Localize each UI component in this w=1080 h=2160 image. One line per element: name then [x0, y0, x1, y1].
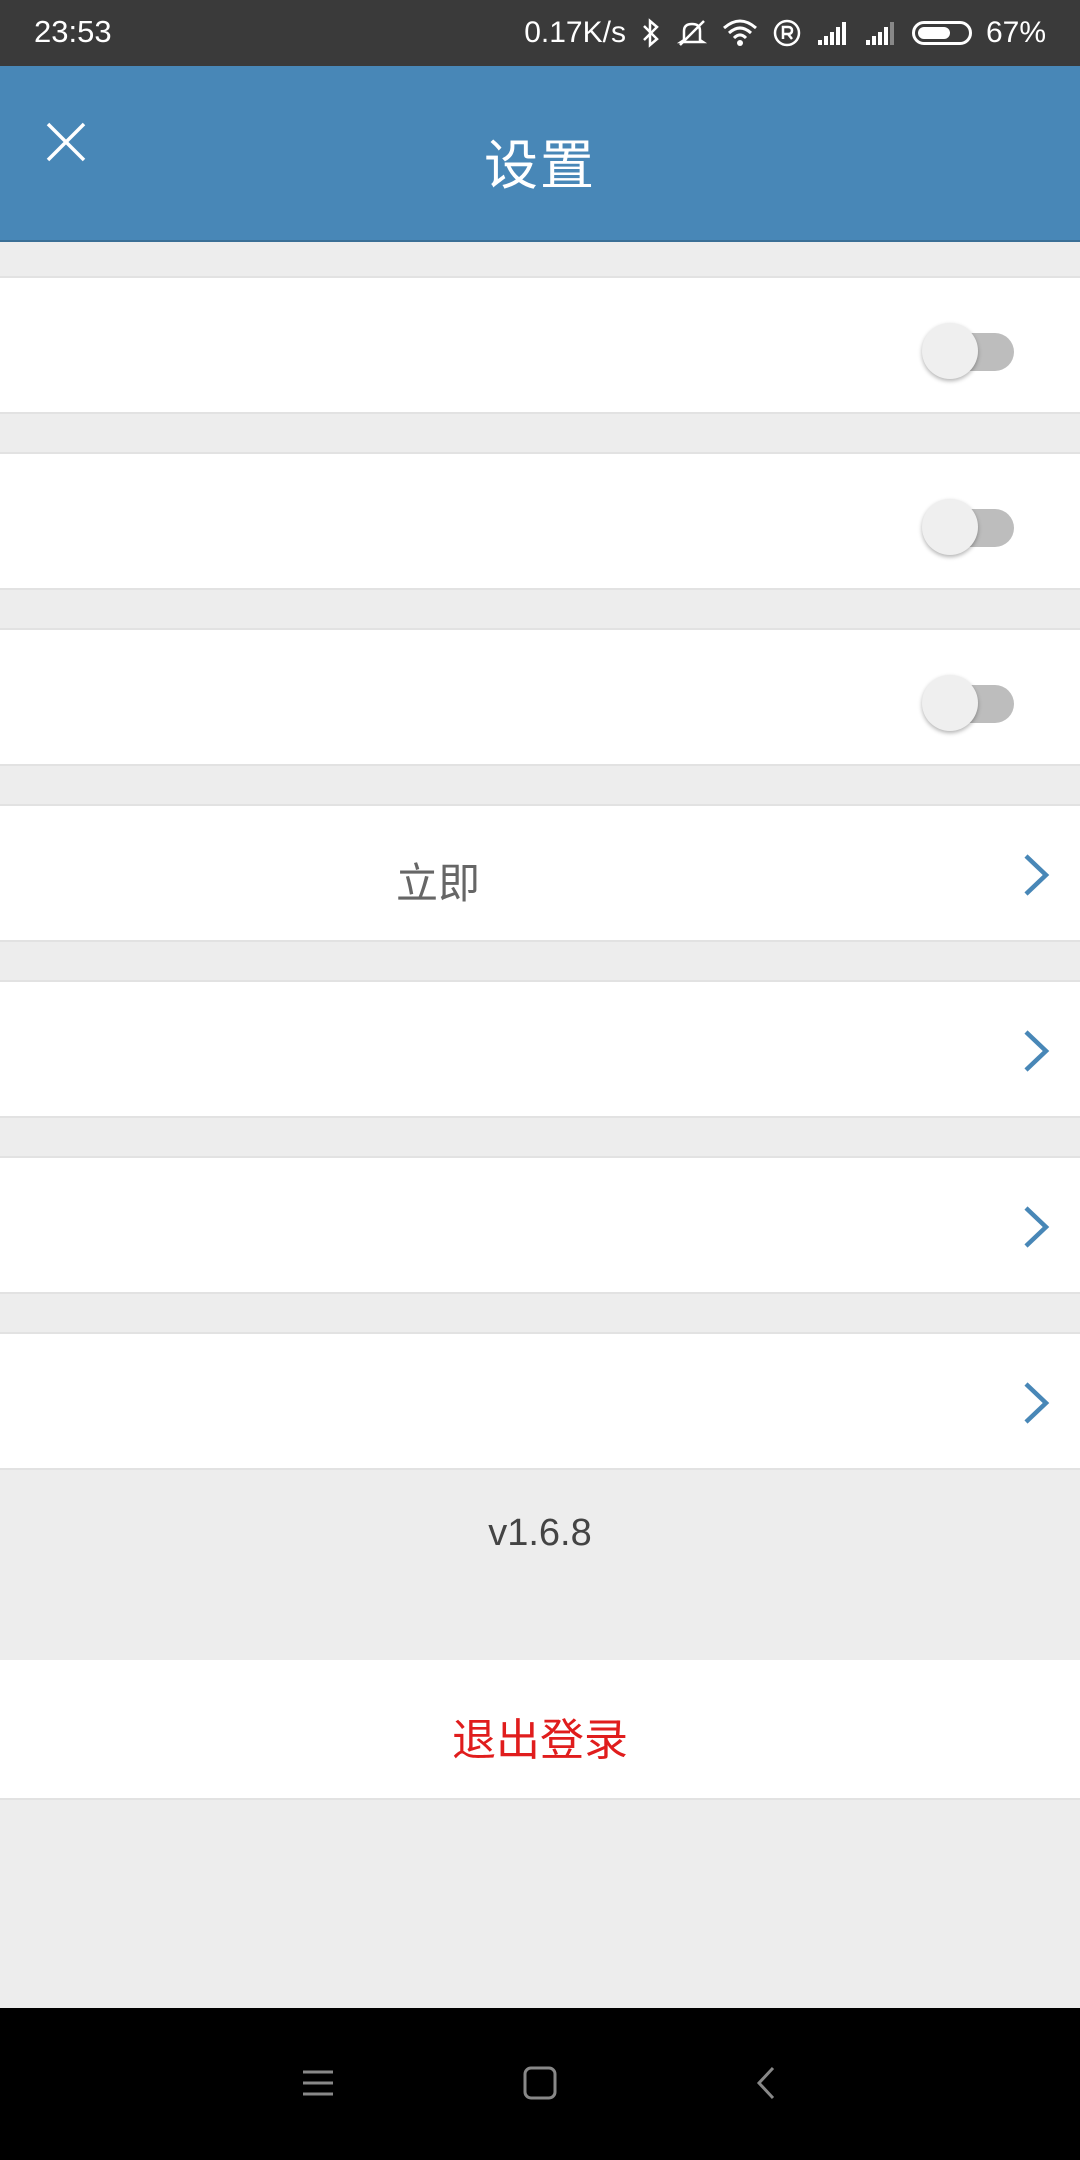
net-speed: 0.17K/s: [524, 16, 626, 49]
settings-link-row-2[interactable]: [0, 980, 1080, 1118]
chevron-right-icon: [1024, 1206, 1050, 1248]
status-time: 23:53: [34, 14, 112, 49]
menu-icon[interactable]: [293, 2058, 343, 2108]
toggle-thumb: [922, 675, 978, 731]
row-label: 立即: [396, 859, 481, 908]
roaming-r-icon: [773, 19, 801, 47]
app-bar: 设置: [0, 66, 1080, 242]
signal-icon: [817, 22, 846, 45]
settings-toggle-row-2[interactable]: [0, 452, 1080, 590]
settings-toggle-row-1[interactable]: [0, 276, 1080, 414]
battery-icon: [911, 21, 972, 45]
signal-icon: [865, 22, 894, 45]
chevron-right-icon: [1024, 854, 1050, 896]
settings-link-row-3[interactable]: [0, 1156, 1080, 1294]
status-bar: 23:53 0.17K/s 67%: [0, 0, 1080, 66]
home-icon[interactable]: [515, 2058, 565, 2108]
toggle-switch[interactable]: [922, 323, 1016, 379]
settings-link-row-4[interactable]: [0, 1332, 1080, 1470]
toggle-switch[interactable]: [922, 675, 1016, 731]
settings-link-row-1[interactable]: 立即: [0, 804, 1080, 942]
system-nav-bar: [0, 2008, 1080, 2160]
back-icon[interactable]: [743, 2058, 793, 2108]
battery-fill: [917, 27, 950, 39]
logout-button[interactable]: 退出登录: [0, 1660, 1080, 1800]
status-right: 0.17K/s 67%: [524, 10, 1046, 56]
logout-label: 退出登录: [452, 1715, 628, 1766]
bluetooth-icon: [643, 18, 659, 48]
wifi-icon: [722, 19, 757, 46]
chevron-right-icon: [1024, 1382, 1050, 1424]
toggle-switch[interactable]: [922, 499, 1016, 555]
mute-icon: [676, 20, 708, 46]
toggle-thumb: [922, 499, 978, 555]
toggle-thumb: [922, 323, 978, 379]
settings-toggle-row-3[interactable]: [0, 628, 1080, 766]
chevron-right-icon: [1024, 1030, 1050, 1072]
version-label: v1.6.8: [488, 1512, 592, 1554]
page-title: 设置: [484, 134, 596, 197]
battery-percent: 67%: [985, 16, 1046, 49]
